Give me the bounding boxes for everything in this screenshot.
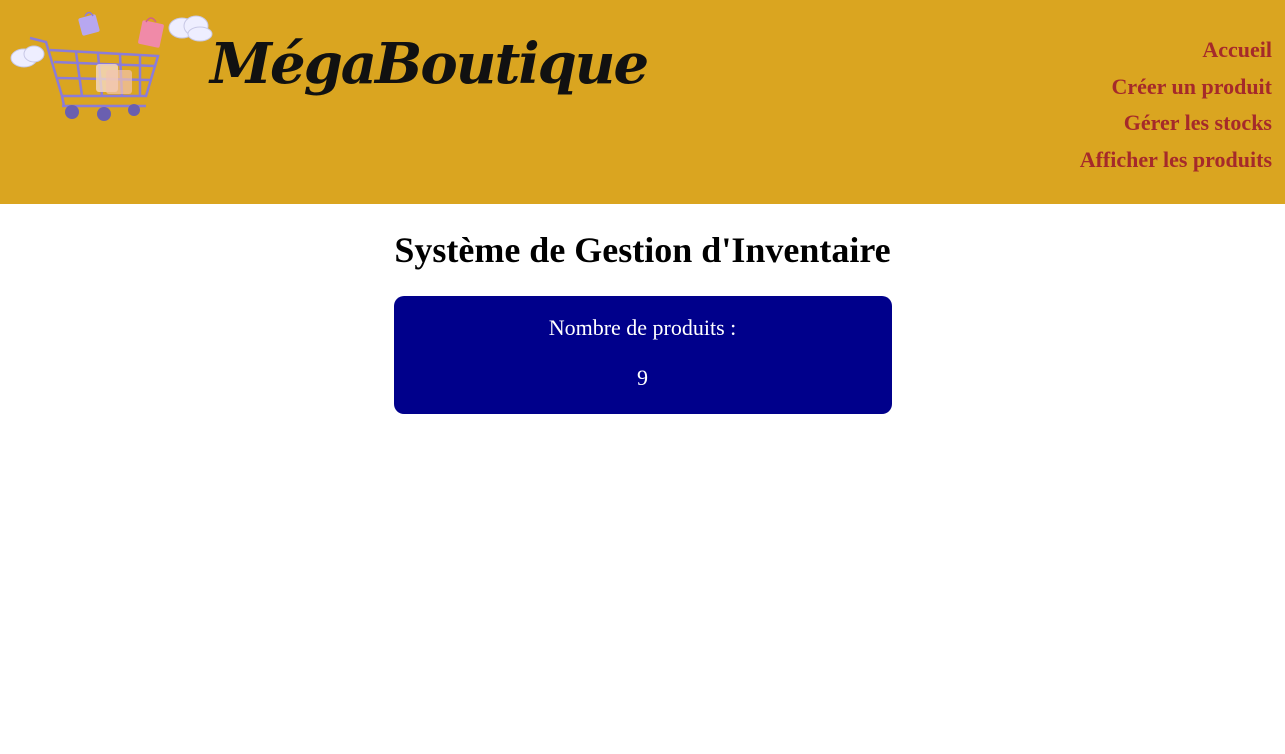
page-title: Système de Gestion d'Inventaire <box>394 230 891 270</box>
nav-link-gerer-stocks[interactable]: Gérer les stocks <box>1124 105 1272 142</box>
product-count-label: Nombre de produits : <box>548 315 737 340</box>
brand-name: MégaBoutique <box>210 31 649 97</box>
main-nav: Accueil Créer un produit Gérer les stock… <box>1080 32 1272 178</box>
site-header: MégaBoutique Accueil Créer un produit Gé… <box>0 0 1285 204</box>
nav-link-creer-produit[interactable]: Créer un produit <box>1111 69 1272 106</box>
product-count-value: 9 <box>637 365 648 390</box>
product-count-card: Nombre de produits : 9 <box>393 296 892 414</box>
main-content: Système de Gestion d'Inventaire Nombre d… <box>0 228 1285 414</box>
nav-link-accueil[interactable]: Accueil <box>1202 32 1272 69</box>
shopping-cart-icon <box>10 11 213 121</box>
nav-link-afficher-produits[interactable]: Afficher les produits <box>1080 142 1272 179</box>
